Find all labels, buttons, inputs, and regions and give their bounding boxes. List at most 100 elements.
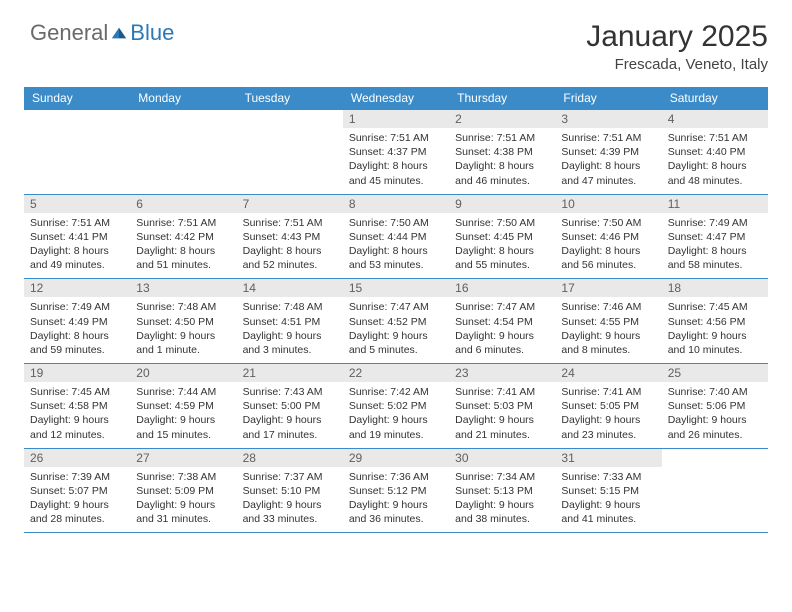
date-number: [237, 110, 343, 128]
weeks-container: 1Sunrise: 7:51 AMSunset: 4:37 PMDaylight…: [24, 109, 768, 533]
calendar-cell: 14Sunrise: 7:48 AMSunset: 4:51 PMDayligh…: [237, 279, 343, 363]
cell-body: Sunrise: 7:51 AMSunset: 4:37 PMDaylight:…: [343, 128, 449, 194]
cell-body: Sunrise: 7:49 AMSunset: 4:49 PMDaylight:…: [24, 297, 130, 363]
sunrise-line: Sunrise: 7:38 AM: [136, 470, 230, 484]
daylight-line-1: Daylight: 8 hours: [349, 244, 443, 258]
calendar-cell: 9Sunrise: 7:50 AMSunset: 4:45 PMDaylight…: [449, 195, 555, 279]
daylight-line-1: Daylight: 8 hours: [668, 159, 762, 173]
calendar-cell: 22Sunrise: 7:42 AMSunset: 5:02 PMDayligh…: [343, 364, 449, 448]
daylight-line-2: and 45 minutes.: [349, 174, 443, 188]
cell-body: Sunrise: 7:44 AMSunset: 4:59 PMDaylight:…: [130, 382, 236, 448]
calendar-cell: 24Sunrise: 7:41 AMSunset: 5:05 PMDayligh…: [555, 364, 661, 448]
daylight-line-2: and 23 minutes.: [561, 428, 655, 442]
sunrise-line: Sunrise: 7:33 AM: [561, 470, 655, 484]
cell-body: Sunrise: 7:43 AMSunset: 5:00 PMDaylight:…: [237, 382, 343, 448]
calendar-cell: 6Sunrise: 7:51 AMSunset: 4:42 PMDaylight…: [130, 195, 236, 279]
daylight-line-1: Daylight: 9 hours: [136, 498, 230, 512]
sunset-line: Sunset: 4:41 PM: [30, 230, 124, 244]
cell-body: Sunrise: 7:50 AMSunset: 4:45 PMDaylight:…: [449, 213, 555, 279]
sunset-line: Sunset: 5:12 PM: [349, 484, 443, 498]
daylight-line-2: and 56 minutes.: [561, 258, 655, 272]
daylight-line-2: and 47 minutes.: [561, 174, 655, 188]
sunset-line: Sunset: 4:46 PM: [561, 230, 655, 244]
location-subtitle: Frescada, Veneto, Italy: [586, 56, 768, 73]
calendar-cell: 19Sunrise: 7:45 AMSunset: 4:58 PMDayligh…: [24, 364, 130, 448]
daylight-line-2: and 52 minutes.: [243, 258, 337, 272]
sunrise-line: Sunrise: 7:50 AM: [561, 216, 655, 230]
sunrise-line: Sunrise: 7:44 AM: [136, 385, 230, 399]
daylight-line-1: Daylight: 9 hours: [243, 329, 337, 343]
daylight-line-2: and 17 minutes.: [243, 428, 337, 442]
sunset-line: Sunset: 4:52 PM: [349, 315, 443, 329]
date-number: 7: [237, 195, 343, 213]
sunset-line: Sunset: 4:39 PM: [561, 145, 655, 159]
date-number: 27: [130, 449, 236, 467]
daylight-line-1: Daylight: 8 hours: [455, 244, 549, 258]
cell-body: Sunrise: 7:36 AMSunset: 5:12 PMDaylight:…: [343, 467, 449, 533]
sunrise-line: Sunrise: 7:47 AM: [349, 300, 443, 314]
date-number: 16: [449, 279, 555, 297]
daylight-line-1: Daylight: 9 hours: [243, 413, 337, 427]
date-number: 23: [449, 364, 555, 382]
daylight-line-1: Daylight: 9 hours: [243, 498, 337, 512]
daylight-line-2: and 5 minutes.: [349, 343, 443, 357]
date-number: 21: [237, 364, 343, 382]
daylight-line-2: and 53 minutes.: [349, 258, 443, 272]
sunset-line: Sunset: 5:13 PM: [455, 484, 549, 498]
date-number: 10: [555, 195, 661, 213]
calendar-cell: 11Sunrise: 7:49 AMSunset: 4:47 PMDayligh…: [662, 195, 768, 279]
cell-body: [662, 467, 768, 527]
date-number: 22: [343, 364, 449, 382]
daylight-line-2: and 31 minutes.: [136, 512, 230, 526]
cell-body: Sunrise: 7:51 AMSunset: 4:38 PMDaylight:…: [449, 128, 555, 194]
week-row: 1Sunrise: 7:51 AMSunset: 4:37 PMDaylight…: [24, 109, 768, 194]
calendar-cell: 5Sunrise: 7:51 AMSunset: 4:41 PMDaylight…: [24, 195, 130, 279]
date-number: 2: [449, 110, 555, 128]
daylight-line-2: and 33 minutes.: [243, 512, 337, 526]
daylight-line-1: Daylight: 9 hours: [561, 413, 655, 427]
sunset-line: Sunset: 4:51 PM: [243, 315, 337, 329]
calendar-cell: 21Sunrise: 7:43 AMSunset: 5:00 PMDayligh…: [237, 364, 343, 448]
date-number: 31: [555, 449, 661, 467]
date-number: 25: [662, 364, 768, 382]
daylight-line-1: Daylight: 9 hours: [668, 413, 762, 427]
cell-body: Sunrise: 7:51 AMSunset: 4:42 PMDaylight:…: [130, 213, 236, 279]
calendar-cell: 15Sunrise: 7:47 AMSunset: 4:52 PMDayligh…: [343, 279, 449, 363]
cell-body: Sunrise: 7:51 AMSunset: 4:40 PMDaylight:…: [662, 128, 768, 194]
daylight-line-2: and 15 minutes.: [136, 428, 230, 442]
sunset-line: Sunset: 4:55 PM: [561, 315, 655, 329]
sunrise-line: Sunrise: 7:48 AM: [243, 300, 337, 314]
sunset-line: Sunset: 5:15 PM: [561, 484, 655, 498]
sunrise-line: Sunrise: 7:51 AM: [349, 131, 443, 145]
cell-body: Sunrise: 7:34 AMSunset: 5:13 PMDaylight:…: [449, 467, 555, 533]
daylight-line-2: and 41 minutes.: [561, 512, 655, 526]
calendar-cell: 2Sunrise: 7:51 AMSunset: 4:38 PMDaylight…: [449, 110, 555, 194]
date-number: 12: [24, 279, 130, 297]
daylight-line-1: Daylight: 9 hours: [30, 413, 124, 427]
date-number: 1: [343, 110, 449, 128]
sunrise-line: Sunrise: 7:39 AM: [30, 470, 124, 484]
sunrise-line: Sunrise: 7:45 AM: [30, 385, 124, 399]
sunrise-line: Sunrise: 7:34 AM: [455, 470, 549, 484]
cell-body: Sunrise: 7:45 AMSunset: 4:58 PMDaylight:…: [24, 382, 130, 448]
sunset-line: Sunset: 4:44 PM: [349, 230, 443, 244]
date-number: 18: [662, 279, 768, 297]
daylight-line-1: Daylight: 9 hours: [349, 413, 443, 427]
date-number: 9: [449, 195, 555, 213]
calendar-cell: 12Sunrise: 7:49 AMSunset: 4:49 PMDayligh…: [24, 279, 130, 363]
date-number: 28: [237, 449, 343, 467]
calendar-cell: 28Sunrise: 7:37 AMSunset: 5:10 PMDayligh…: [237, 449, 343, 533]
cell-body: Sunrise: 7:47 AMSunset: 4:54 PMDaylight:…: [449, 297, 555, 363]
calendar-cell: 18Sunrise: 7:45 AMSunset: 4:56 PMDayligh…: [662, 279, 768, 363]
date-number: 24: [555, 364, 661, 382]
daylight-line-1: Daylight: 8 hours: [30, 329, 124, 343]
cell-body: [130, 128, 236, 188]
cell-body: Sunrise: 7:48 AMSunset: 4:51 PMDaylight:…: [237, 297, 343, 363]
cell-body: Sunrise: 7:45 AMSunset: 4:56 PMDaylight:…: [662, 297, 768, 363]
sunrise-line: Sunrise: 7:49 AM: [668, 216, 762, 230]
cell-body: Sunrise: 7:50 AMSunset: 4:46 PMDaylight:…: [555, 213, 661, 279]
day-header-cell: Saturday: [662, 87, 768, 109]
sunrise-line: Sunrise: 7:50 AM: [455, 216, 549, 230]
daylight-line-1: Daylight: 9 hours: [349, 498, 443, 512]
cell-body: [237, 128, 343, 188]
